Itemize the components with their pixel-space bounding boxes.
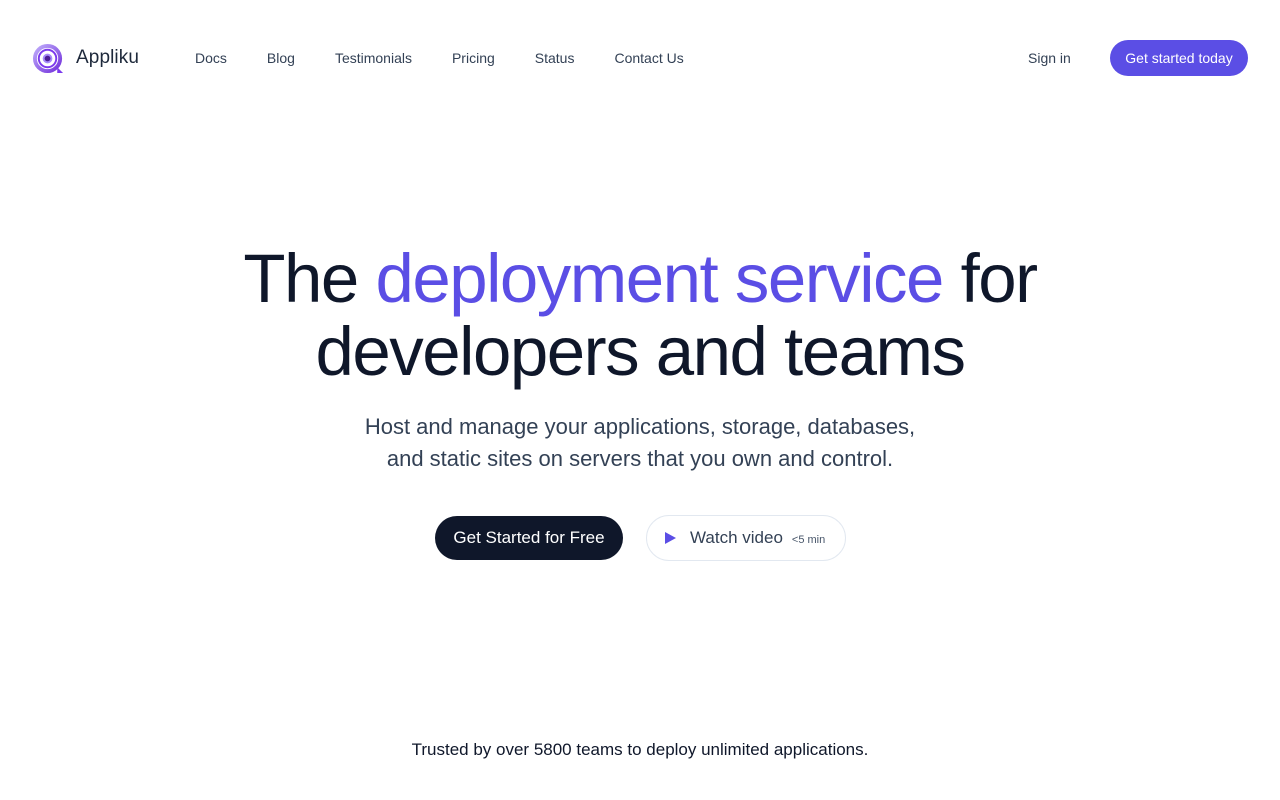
play-icon <box>665 532 676 544</box>
hero-subtitle-line1: Host and manage your applications, stora… <box>364 414 916 439</box>
hero-title-end: for <box>942 240 1039 317</box>
hero-title-accent: deployment service <box>375 240 944 317</box>
get-started-free-button[interactable]: Get Started for Free <box>435 516 623 560</box>
video-duration: <5 min <box>791 533 826 546</box>
hero-title: The deployment service for developers an… <box>140 242 1140 388</box>
nav-link-status[interactable]: Status <box>535 47 575 69</box>
hero-title-start: The <box>243 240 376 317</box>
trusted-by-text: Trusted by over 5800 teams to deploy unl… <box>411 740 869 759</box>
hero-subtitle-line2: and static sites on servers that you own… <box>386 446 894 471</box>
brand-name: Appliku <box>76 47 140 68</box>
watch-video-button[interactable]: Watch video <5 min <box>646 515 846 561</box>
nav-link-contact-us[interactable]: Contact Us <box>614 47 683 69</box>
nav-link-blog[interactable]: Blog <box>267 47 295 69</box>
watch-video-label: Watch video <box>690 528 783 547</box>
landing-page: Appliku Docs Blog Testimonials Pricing S… <box>0 0 1280 800</box>
nav-link-docs[interactable]: Docs <box>195 47 227 69</box>
nav-link-pricing[interactable]: Pricing <box>452 47 495 69</box>
get-started-today-button[interactable]: Get started today <box>1110 40 1248 76</box>
main-nav: Docs Blog Testimonials Pricing Status Co… <box>195 47 724 69</box>
hero-title-line2: developers and teams <box>315 313 966 390</box>
appliku-logo-icon <box>32 43 64 73</box>
sign-in-link[interactable]: Sign in <box>1028 47 1071 69</box>
site-header: Appliku Docs Blog Testimonials Pricing S… <box>0 0 1280 116</box>
logo-link[interactable]: Appliku <box>32 41 139 75</box>
nav-link-testimonials[interactable]: Testimonials <box>335 47 412 69</box>
hero-subtitle: Host and manage your applications, stora… <box>290 411 990 475</box>
